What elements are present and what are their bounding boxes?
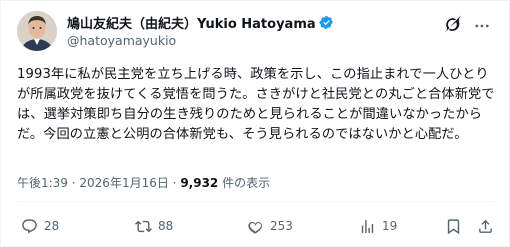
reply-icon bbox=[22, 218, 37, 233]
action-bar: 28 88 253 19 bbox=[17, 212, 495, 240]
meta-separator-2: · bbox=[168, 176, 181, 190]
heart-icon bbox=[248, 221, 262, 234]
views-label: 件の表示 bbox=[218, 176, 271, 190]
tweet-text: 1993年に私が民主党を立ち上げる時、政策を示し、この指止まれで一人ひとりが所属… bbox=[17, 67, 495, 142]
bookmark-icon bbox=[447, 218, 460, 234]
repost-icon bbox=[135, 220, 152, 232]
divider bbox=[17, 201, 495, 202]
share-button[interactable] bbox=[477, 216, 500, 236]
bookmark-button[interactable] bbox=[445, 216, 468, 236]
analytics-icon bbox=[361, 219, 374, 233]
grok-icon[interactable] bbox=[443, 15, 462, 33]
tweet-time[interactable]: 午後1:39 bbox=[17, 176, 68, 190]
display-name-row: 鳩山友紀夫（由紀夫）Yukio Hatoyama bbox=[67, 13, 334, 32]
more-icon[interactable] bbox=[473, 17, 491, 35]
like-button[interactable]: 253 bbox=[247, 216, 293, 236]
avatar[interactable] bbox=[17, 11, 57, 51]
display-name[interactable]: 鳩山友紀夫（由紀夫）Yukio Hatoyama bbox=[67, 13, 316, 32]
like-count: 253 bbox=[270, 219, 293, 233]
views-count: 9,932 bbox=[180, 176, 219, 190]
share-icon bbox=[479, 219, 492, 233]
tweet-header: 鳩山友紀夫（由紀夫）Yukio Hatoyama @hatoyamayukio bbox=[17, 11, 495, 55]
repost-count: 88 bbox=[158, 219, 174, 233]
verified-badge-icon bbox=[319, 15, 334, 30]
tweet-meta: 午後1:39 · 2026年1月16日 · 9,932 件の表示 bbox=[17, 174, 270, 191]
views-button[interactable]: 19 bbox=[359, 216, 397, 236]
meta-separator: · bbox=[67, 176, 80, 190]
author-names: 鳩山友紀夫（由紀夫）Yukio Hatoyama @hatoyamayukio bbox=[67, 13, 334, 48]
reply-button[interactable]: 28 bbox=[21, 216, 59, 236]
repost-button[interactable]: 88 bbox=[135, 216, 173, 236]
views-action-count: 19 bbox=[382, 219, 398, 233]
tweet-date[interactable]: 2026年1月16日 bbox=[79, 176, 168, 190]
handle[interactable]: @hatoyamayukio bbox=[67, 33, 334, 48]
tweet-card: 鳩山友紀夫（由紀夫）Yukio Hatoyama @hatoyamayukio bbox=[0, 0, 510, 247]
reply-count: 28 bbox=[44, 219, 60, 233]
